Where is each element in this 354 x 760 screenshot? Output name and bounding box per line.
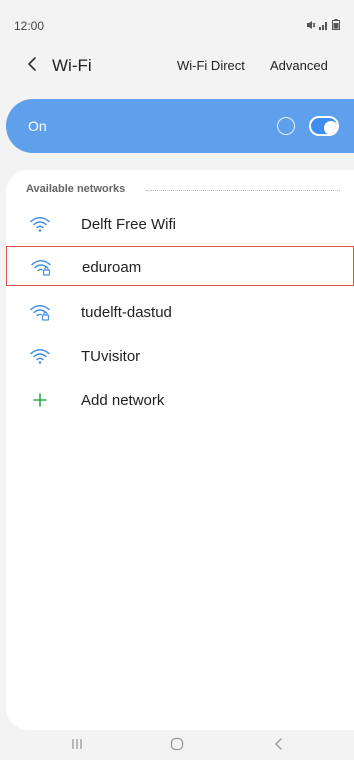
navigation-bar bbox=[0, 730, 354, 760]
wifi-toggle-switch[interactable] bbox=[309, 116, 339, 136]
wifi-lock-icon bbox=[28, 301, 52, 323]
network-item-delft-free-wifi[interactable]: Delft Free Wifi bbox=[6, 204, 354, 244]
mute-icon bbox=[306, 20, 316, 30]
back-icon bbox=[273, 737, 285, 756]
advanced-button[interactable]: Advanced bbox=[270, 58, 328, 73]
add-network-label: Add network bbox=[81, 392, 165, 409]
app-bar: Wi-Fi Wi-Fi Direct Advanced bbox=[0, 46, 354, 86]
signal-icon bbox=[319, 20, 329, 30]
network-name: TUvisitor bbox=[81, 348, 141, 365]
wifi-direct-button[interactable]: Wi-Fi Direct bbox=[177, 58, 245, 73]
page-title: Wi-Fi bbox=[52, 56, 92, 75]
wifi-settings-screen: 12:00 Wi-Fi Wi-Fi Direct Advanced On Ava… bbox=[0, 0, 354, 760]
nav-back-button[interactable] bbox=[264, 736, 294, 756]
network-item-tudelft-dastud[interactable]: tudelft-dastud bbox=[6, 292, 354, 332]
back-button[interactable] bbox=[20, 52, 44, 80]
wifi-icon bbox=[28, 345, 52, 367]
home-button[interactable] bbox=[162, 736, 192, 756]
toggle-track bbox=[311, 118, 338, 135]
network-item-eduroam[interactable]: eduroam bbox=[6, 246, 354, 286]
status-time: 12:00 bbox=[14, 19, 45, 33]
add-network-button[interactable]: Add network bbox=[6, 380, 354, 420]
wifi-toggle-row[interactable]: On bbox=[6, 99, 354, 153]
toggle-indicator-icon bbox=[277, 117, 295, 135]
network-name: tudelft-dastud bbox=[81, 304, 172, 321]
network-name: Delft Free Wifi bbox=[81, 216, 177, 233]
battery-icon bbox=[332, 19, 340, 30]
status-icons bbox=[306, 19, 340, 30]
recent-apps-button[interactable] bbox=[62, 736, 92, 756]
plus-icon bbox=[28, 389, 52, 411]
recent-apps-icon bbox=[70, 737, 84, 756]
toggle-knob bbox=[324, 121, 338, 135]
wifi-icon bbox=[28, 213, 52, 235]
status-bar: 12:00 bbox=[0, 0, 354, 40]
section-divider bbox=[146, 190, 340, 191]
section-header: Available networks bbox=[26, 183, 340, 197]
network-item-tuvisitor[interactable]: TUvisitor bbox=[6, 336, 354, 376]
wifi-lock-icon bbox=[29, 256, 53, 278]
available-networks-card: Available networks Delft Free Wifi eduro… bbox=[6, 170, 354, 730]
chevron-left-icon bbox=[26, 56, 38, 77]
network-name: eduroam bbox=[82, 259, 142, 276]
section-title: Available networks bbox=[26, 183, 126, 195]
wifi-toggle-label: On bbox=[28, 118, 47, 134]
home-icon bbox=[170, 737, 184, 756]
